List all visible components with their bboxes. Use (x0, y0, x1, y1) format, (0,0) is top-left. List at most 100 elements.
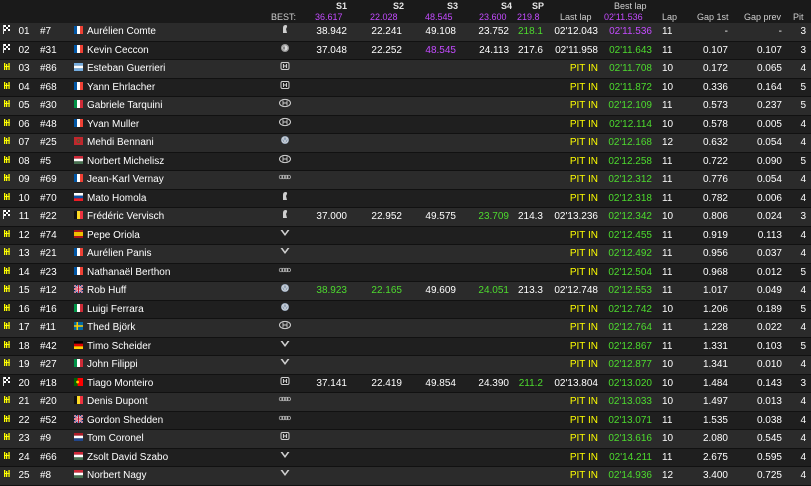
best-s4: 23.600 (479, 12, 507, 22)
cell-pos: 06 (18, 118, 30, 130)
best-s1: 36.617 (315, 12, 343, 22)
cell-name: Yvan Muller (87, 118, 140, 130)
country-flag-icon (74, 264, 83, 275)
cell-gap1: 0.172 (702, 63, 728, 74)
cell-last: 02'13.804 (554, 377, 598, 389)
table-row[interactable]: 04 #68 Yann Ehrlacher PIT IN 02'11.872 10 0.33… (0, 78, 811, 97)
cell-gapp: 0.024 (756, 211, 782, 222)
cell-last: PIT IN (569, 229, 598, 241)
table-row[interactable]: 09 #69 Jean-Karl Vernay PIT IN 02'12.312 11 0.… (0, 171, 811, 190)
table-row[interactable]: 01 #7 Aurélien Comte 38.942 22.241 49.108 23.7… (0, 23, 811, 42)
country-flag-icon (74, 467, 83, 478)
cell-gap1: 0.968 (702, 266, 728, 278)
table-row[interactable]: 08 #5 Norbert Michelisz PIT IN 02'12.258 11 0.… (0, 152, 811, 171)
cell-s1: 37.141 (316, 377, 347, 389)
cell-pos: 16 (18, 303, 30, 315)
cell-best: 02'12.455 (608, 229, 652, 241)
pit-lane-icon (3, 190, 11, 200)
col-gap-prev: Gap prev (744, 12, 782, 22)
pit-lane-icon (3, 449, 11, 459)
table-row[interactable]: 24 #66 Zsolt David Szabo PIT IN 02'14.211 11 2… (0, 448, 811, 467)
timing-header: BEST: S1 36.617 S2 22.028 S3 48.545 S4 2… (0, 0, 811, 23)
pit-lane-icon (3, 116, 11, 126)
cell-last: PIT IN (569, 470, 598, 481)
table-row[interactable]: 05 #30 Gabriele Tarquini PIT IN 02'12.109 11 0… (0, 97, 811, 116)
cell-num: #42 (40, 340, 57, 352)
table-row[interactable]: 15 #12 Rob Huff 38.923 22.165 49.609 24.051 213… (0, 282, 811, 301)
cell-s4: 24.390 (478, 377, 509, 389)
cell-pos: 04 (18, 81, 30, 93)
cell-pits: 4 (800, 229, 806, 241)
cell-lap: 10 (662, 303, 674, 315)
cell-sp: 218.1 (517, 26, 543, 37)
cell-best: 02'13.616 (608, 433, 652, 444)
table-row[interactable]: 07 #25 Mehdi Bennani PIT IN 02'12.168 12 0.632… (0, 134, 811, 153)
cell-num: #22 (40, 211, 57, 222)
pit-lane-icon (3, 153, 11, 163)
cell-last: 02'11.958 (555, 44, 598, 56)
cell-gap1: 0.722 (702, 155, 728, 167)
table-row[interactable]: 20 #18 Tiago Monteiro 37.141 22.419 49.854 24.… (0, 374, 811, 393)
vw-icon (278, 301, 292, 311)
table-row[interactable]: 11 #22 Frédéric Vervisch 37.000 22.952 49.575… (0, 208, 811, 227)
cell-pits: 4 (800, 414, 806, 426)
table-row[interactable]: 13 #21 Aurélien Panis PIT IN 02'12.492 11 0.95… (0, 245, 811, 264)
cell-last: PIT IN (569, 414, 598, 426)
hyundai-icon (278, 97, 292, 108)
country-flag-icon (74, 42, 83, 53)
cell-name: Tiago Monteiro (87, 377, 154, 389)
cell-best: 02'12.168 (608, 137, 652, 148)
cell-sp: 211.2 (518, 377, 543, 389)
country-flag-icon (74, 116, 83, 127)
table-row[interactable]: 23 #9 Tom Coronel PIT IN 02'13.616 10 2.080 0.5… (0, 430, 811, 449)
cell-last: PIT IN (569, 266, 598, 278)
cell-lap: 10 (662, 211, 674, 222)
cell-name: Aurélien Panis (87, 248, 152, 259)
cell-gapp: 0.189 (756, 303, 782, 315)
cupra-icon (278, 449, 292, 459)
cupra-icon (278, 338, 292, 348)
table-row[interactable]: 03 #86 Esteban Guerrieri PIT IN 02'11.708 10 0… (0, 60, 811, 79)
table-row[interactable]: 10 #70 Mato Homola PIT IN 02'12.318 11 0.782 0.… (0, 189, 811, 208)
cell-name: Nathanaël Berthon (87, 266, 171, 278)
table-row[interactable]: 16 #16 Luigi Ferrara PIT IN 02'12.742 10 1.206… (0, 300, 811, 319)
col-s2: S2 (393, 1, 405, 11)
cell-pits: 4 (800, 63, 806, 74)
pit-lane-icon (3, 393, 11, 403)
cell-last: PIT IN (569, 248, 598, 259)
pit-lane-icon (3, 356, 11, 366)
cell-num: #23 (40, 266, 57, 278)
table-row[interactable]: 06 #48 Yvan Muller PIT IN 02'12.114 10 0.578 0.… (0, 115, 811, 134)
cell-best: 02'12.258 (608, 155, 652, 167)
pit-lane-icon (3, 467, 11, 477)
cell-gapp: 0.022 (756, 322, 782, 333)
cell-pits: 4 (800, 396, 806, 407)
table-row[interactable]: 22 #52 Gordon Shedden PIT IN 02'13.071 11 1.53… (0, 411, 811, 430)
cell-num: #86 (40, 63, 57, 74)
table-row[interactable]: 25 #8 Norbert Nagy PIT IN 02'14.936 12 3.400 0.… (0, 467, 811, 486)
cell-best: 02'12.877 (608, 359, 652, 370)
cell-lap: 10 (662, 359, 674, 370)
col-best-lap: Best lap (614, 1, 647, 11)
country-flag-icon (74, 208, 83, 219)
cell-last: PIT IN (569, 359, 598, 370)
alfa-icon (278, 42, 292, 52)
table-row[interactable]: 02 #31 Kevin Ceccon 37.048 22.252 48.545 24.11… (0, 41, 811, 60)
cell-name: Denis Dupont (87, 396, 148, 407)
pit-lane-icon (3, 319, 11, 329)
cell-s1: 37.048 (316, 44, 347, 56)
table-row[interactable]: 12 #74 Pepe Oriola PIT IN 02'12.455 11 0.919 0.… (0, 226, 811, 245)
cell-gapp: - (778, 26, 782, 37)
cell-gapp: 0.054 (756, 174, 782, 185)
table-row[interactable]: 21 #20 Denis Dupont PIT IN 02'13.033 10 1.497 0… (0, 393, 811, 412)
table-row[interactable]: 19 #27 John Filippi PIT IN 02'12.877 10 1.341 0… (0, 356, 811, 375)
best-label: BEST: (271, 12, 297, 22)
cell-s3: 49.609 (425, 285, 456, 296)
cell-gap1: 0.336 (702, 81, 728, 93)
table-row[interactable]: 17 #11 Thed Björk PIT IN 02'12.764 11 1.228 0.0… (0, 319, 811, 338)
table-row[interactable]: 18 #42 Timo Scheider PIT IN 02'12.867 11 1.331… (0, 337, 811, 356)
cell-s1: 37.000 (316, 211, 347, 222)
cell-s2: 22.952 (371, 211, 402, 222)
cell-name: Gordon Shedden (87, 414, 164, 426)
table-row[interactable]: 14 #23 Nathanaël Berthon PIT IN 02'12.504 11 0… (0, 263, 811, 282)
